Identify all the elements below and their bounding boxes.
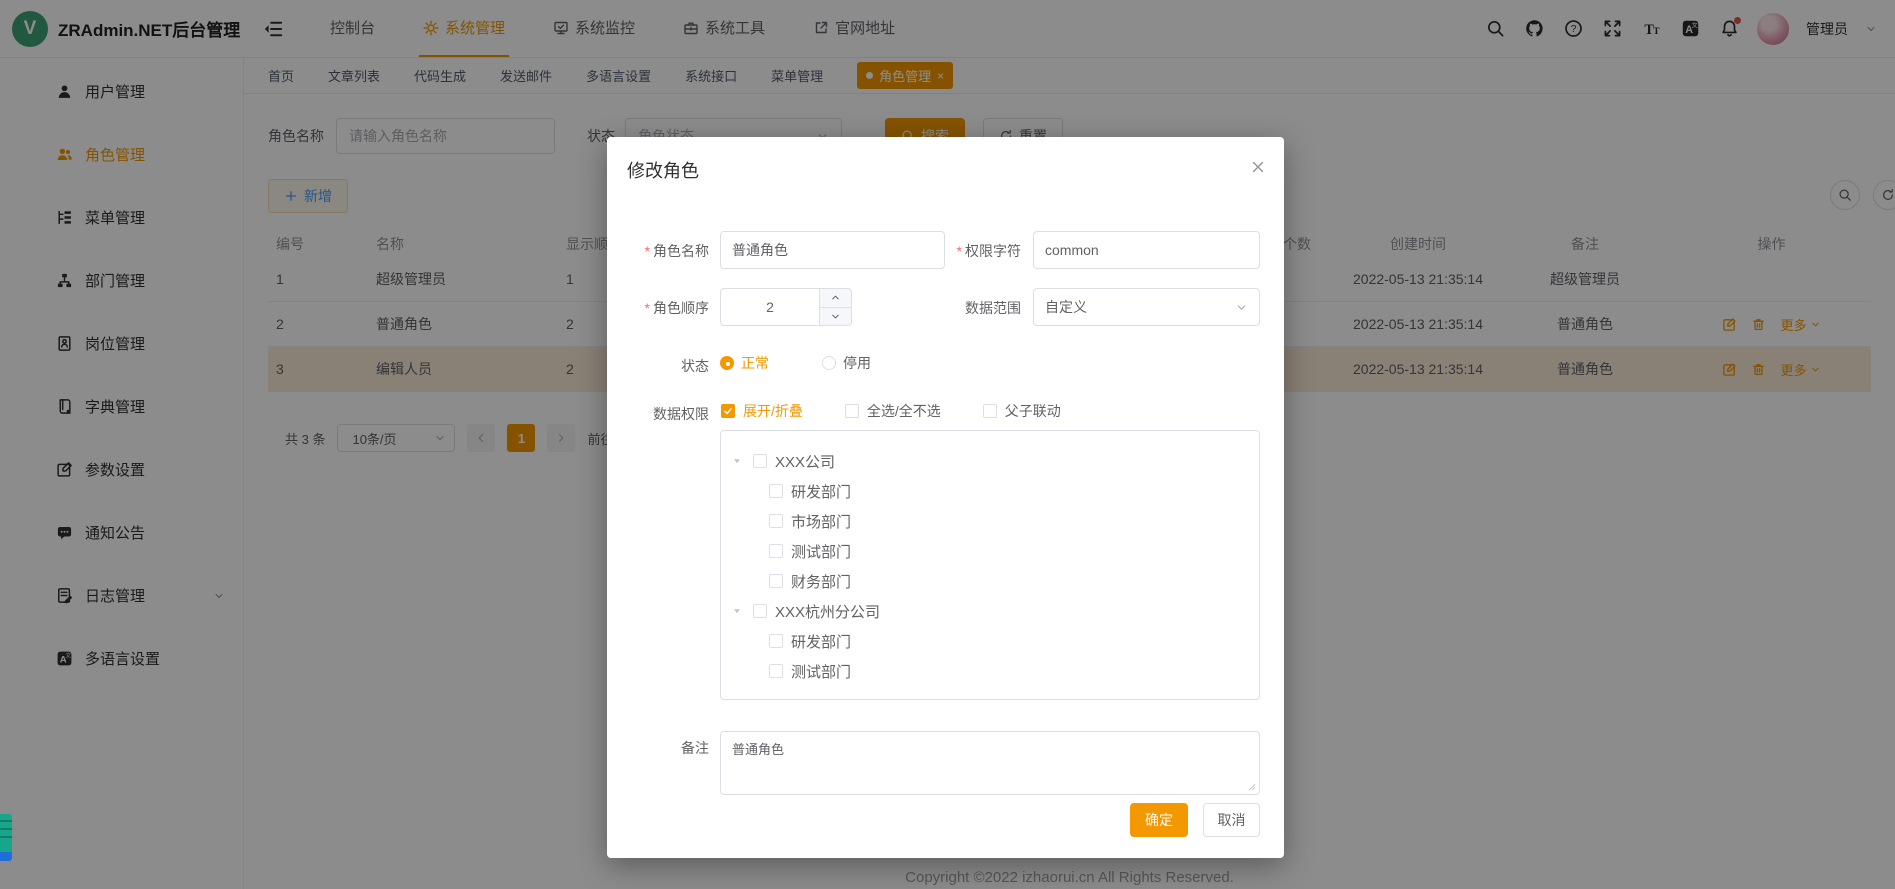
radio-circle [822, 356, 836, 370]
required-mark: * [645, 300, 650, 316]
radio-label: 停用 [843, 353, 871, 373]
status-radio-0[interactable]: 正常 [720, 353, 769, 373]
radio-label: 正常 [741, 353, 769, 373]
required-mark: * [645, 243, 650, 259]
perm-checkbox-1[interactable]: 全选/全不选 [845, 401, 941, 421]
role-name-field-label: *角色名称 [615, 241, 709, 261]
caret-down-icon[interactable] [729, 454, 745, 468]
role-name-input[interactable]: 普通角色 [720, 231, 945, 269]
remark-field-label: 备注 [615, 738, 709, 758]
data-scope-select[interactable]: 自定义 [1033, 288, 1260, 326]
required-mark: * [957, 243, 962, 259]
status-radio-1[interactable]: 停用 [822, 353, 871, 373]
checkbox-label: 父子联动 [1005, 401, 1061, 421]
checkbox-icon[interactable] [769, 664, 783, 678]
tree-node[interactable]: 测试部门 [721, 656, 1259, 686]
tree-node[interactable]: XXX公司 [721, 446, 1259, 476]
caret-down-icon[interactable] [729, 604, 745, 618]
checkbox-icon[interactable] [769, 514, 783, 528]
tree-node-label: 市场部门 [791, 511, 851, 532]
close-icon[interactable] [1250, 159, 1266, 175]
tree-node[interactable]: 研发部门 [721, 626, 1259, 656]
checkbox-icon[interactable] [769, 634, 783, 648]
department-tree: XXX公司研发部门市场部门测试部门财务部门XXX杭州分公司研发部门测试部门 [720, 430, 1260, 700]
data-perm-field-label: 数据权限 [615, 404, 709, 424]
tree-node-label: 测试部门 [791, 661, 851, 682]
checkbox-icon [845, 404, 859, 418]
confirm-button[interactable]: 确定 [1130, 803, 1188, 837]
checkbox-label: 全选/全不选 [867, 401, 941, 421]
data-scope-field-label: 数据范围 [927, 298, 1021, 318]
increase-button[interactable] [820, 289, 851, 308]
data-perm-options: 展开/折叠 全选/全不选 父子联动 [721, 401, 1061, 421]
checkbox-icon[interactable] [753, 454, 767, 468]
role-key-input[interactable]: common [1033, 231, 1260, 269]
tree-node[interactable]: XXX杭州分公司 [721, 596, 1259, 626]
perm-checkbox-2[interactable]: 父子联动 [983, 401, 1061, 421]
tree-node[interactable]: 市场部门 [721, 506, 1259, 536]
remark-textarea[interactable]: 普通角色 [720, 731, 1260, 795]
status-field-label: 状态 [615, 356, 709, 376]
chevron-down-icon [1235, 301, 1248, 314]
role-name-value: 普通角色 [732, 240, 788, 260]
data-scope-value: 自定义 [1045, 297, 1087, 317]
status-radio-group: 正常 停用 [720, 353, 871, 373]
tree-node-label: XXX公司 [775, 451, 835, 472]
radio-circle [720, 356, 734, 370]
tree-node-label: 测试部门 [791, 541, 851, 562]
tree-node-label: XXX杭州分公司 [775, 601, 880, 622]
checkbox-icon[interactable] [769, 574, 783, 588]
remark-value: 普通角色 [732, 742, 784, 757]
checkbox-icon[interactable] [769, 484, 783, 498]
tree-node-label: 财务部门 [791, 571, 851, 592]
checkbox-icon [721, 404, 735, 418]
role-order-field-label: *角色顺序 [615, 298, 709, 318]
app-screen: V ZRAdmin.NET后台管理 控制台系统管理系统监控系统工具官网地址 ?T… [0, 0, 1895, 889]
tree-node-label: 研发部门 [791, 631, 851, 652]
role-order-number-input[interactable]: 2 [720, 288, 852, 326]
dialog-title: 修改角色 [627, 157, 699, 183]
role-key-field-label: *权限字符 [927, 241, 1021, 261]
role-key-value: common [1045, 242, 1099, 258]
decrease-button[interactable] [820, 308, 851, 326]
checkbox-icon[interactable] [769, 544, 783, 558]
tree-node[interactable]: 财务部门 [721, 566, 1259, 596]
checkbox-icon [983, 404, 997, 418]
checkbox-icon[interactable] [753, 604, 767, 618]
resize-handle[interactable] [1245, 780, 1257, 792]
checkbox-label: 展开/折叠 [743, 401, 803, 421]
browser-extension-widget[interactable] [0, 814, 12, 861]
tree-node-label: 研发部门 [791, 481, 851, 502]
tree-node[interactable]: 测试部门 [721, 536, 1259, 566]
role-order-value: 2 [721, 299, 819, 315]
number-stepper [819, 289, 851, 325]
cancel-button[interactable]: 取消 [1203, 803, 1260, 837]
perm-checkbox-0[interactable]: 展开/折叠 [721, 401, 803, 421]
tree-node[interactable]: 研发部门 [721, 476, 1259, 506]
edit-role-dialog: 修改角色 *角色名称 普通角色 *权限字符 common *角色顺序 2 数据范… [607, 137, 1284, 858]
